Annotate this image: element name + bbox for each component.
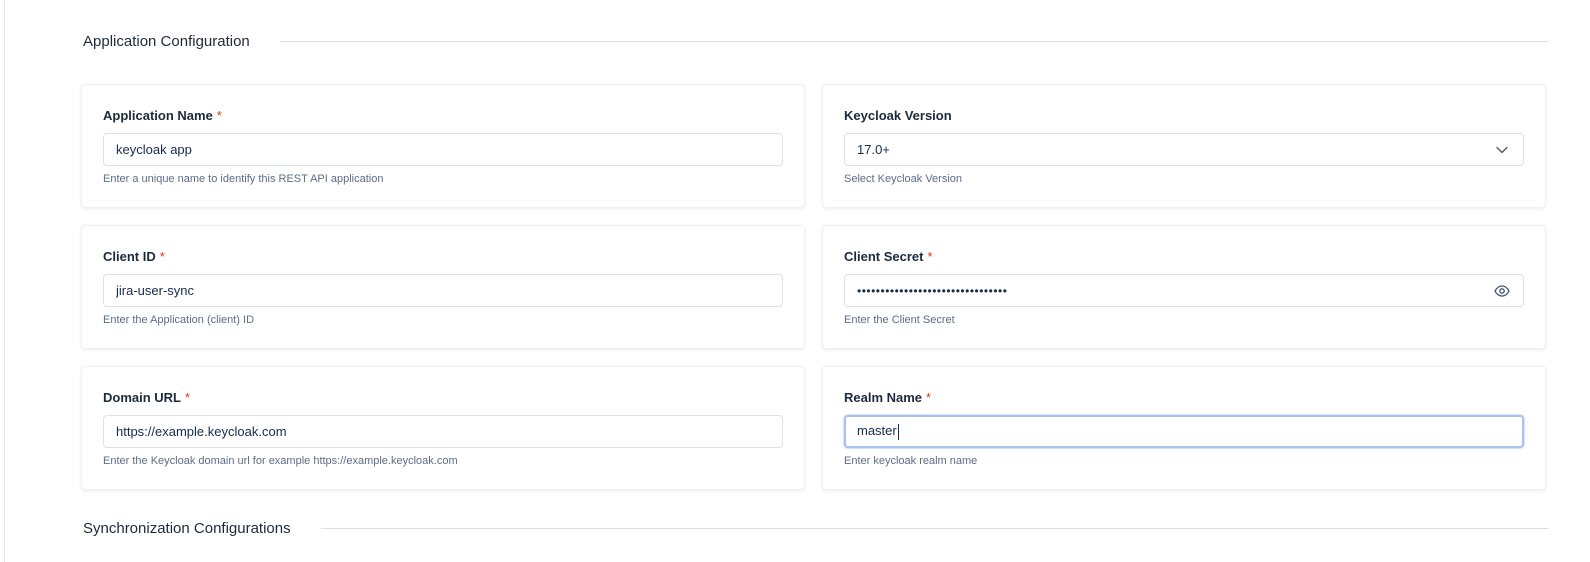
client-secret-input[interactable]: ••••••••••••••••••••••••••••••••	[844, 274, 1524, 307]
synchronization-configurations-header: Synchronization Configurations	[83, 520, 1548, 537]
keycloak-version-card: Keycloak Version 17.0+ Select Keycloak V…	[822, 84, 1546, 208]
application-name-value: keycloak app	[116, 142, 192, 157]
chevron-down-icon[interactable]	[1493, 141, 1511, 159]
field-label: Domain URL *	[103, 390, 190, 405]
field-label: Application Name *	[103, 108, 222, 123]
required-marker: *	[927, 249, 933, 264]
field-label: Client Secret *	[844, 249, 933, 264]
realm-name-card: Realm Name * master Enter keycloak realm…	[822, 366, 1546, 490]
client-secret-label: Client Secret	[844, 249, 924, 264]
client-id-input[interactable]: jira-user-sync	[103, 274, 783, 307]
field-label: Client ID *	[103, 249, 165, 264]
client-id-label: Client ID	[103, 249, 156, 264]
domain-url-input[interactable]: https://example.keycloak.com	[103, 415, 783, 448]
field-label: Keycloak Version	[844, 108, 952, 123]
section-title: Synchronization Configurations	[83, 520, 291, 537]
required-marker: *	[185, 390, 191, 405]
client-id-value: jira-user-sync	[116, 283, 195, 298]
section-divider	[320, 528, 1548, 529]
realm-name-help: Enter keycloak realm name	[844, 455, 978, 467]
required-marker: *	[216, 108, 222, 123]
application-name-label: Application Name	[103, 108, 213, 123]
client-secret-card: Client Secret * ••••••••••••••••••••••••…	[822, 225, 1546, 349]
domain-url-value: https://example.keycloak.com	[116, 424, 287, 439]
left-divider	[4, 0, 5, 562]
client-id-card: Client ID * jira-user-sync Enter the App…	[81, 225, 805, 349]
application-name-input[interactable]: keycloak app	[103, 133, 783, 166]
application-configuration-header: Application Configuration	[83, 33, 1548, 50]
domain-url-help: Enter the Keycloak domain url for exampl…	[103, 455, 458, 467]
domain-url-card: Domain URL * https://example.keycloak.co…	[81, 366, 805, 490]
client-id-help: Enter the Application (client) ID	[103, 314, 255, 326]
required-marker: *	[926, 390, 932, 405]
section-divider	[279, 41, 1548, 42]
client-secret-value: ••••••••••••••••••••••••••••••••	[857, 283, 1008, 298]
field-label: Realm Name *	[844, 390, 931, 405]
eye-icon[interactable]	[1493, 282, 1511, 300]
required-marker: *	[159, 249, 165, 264]
text-caret	[897, 423, 899, 440]
keycloak-version-help: Select Keycloak Version	[844, 173, 963, 185]
realm-name-value: master	[857, 423, 897, 439]
app-config-page: Application Configuration Application Na…	[0, 0, 1590, 562]
application-name-help: Enter a unique name to identify this RES…	[103, 173, 384, 185]
keycloak-version-value: 17.0+	[857, 142, 890, 157]
application-name-card: Application Name * keycloak app Enter a …	[81, 84, 805, 208]
keycloak-version-label: Keycloak Version	[844, 108, 952, 123]
realm-name-label: Realm Name	[844, 390, 923, 405]
client-secret-help: Enter the Client Secret	[844, 314, 955, 326]
domain-url-label: Domain URL	[103, 390, 181, 405]
realm-name-input[interactable]: master	[844, 415, 1524, 448]
keycloak-version-select[interactable]: 17.0+	[844, 133, 1524, 166]
section-title: Application Configuration	[83, 33, 250, 50]
